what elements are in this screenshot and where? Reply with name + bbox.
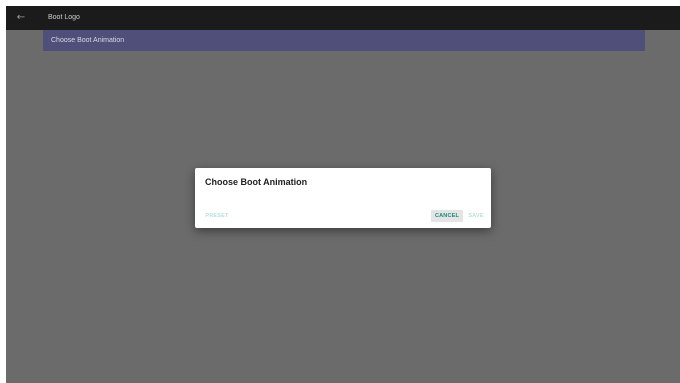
cancel-button[interactable]: CANCEL: [431, 210, 463, 222]
preset-button: PRESET: [205, 213, 229, 219]
dialog-title: Choose Boot Animation: [205, 177, 308, 187]
save-button: SAVE: [468, 213, 484, 219]
list-item-choose-boot-animation[interactable]: Choose Boot Animation: [43, 30, 645, 51]
page-title: Boot Logo: [48, 14, 80, 21]
list-item-label: Choose Boot Animation: [51, 37, 125, 44]
arrow-back-icon[interactable]: ←: [13, 9, 29, 27]
choose-boot-animation-dialog: Choose Boot Animation PRESET CANCEL SAVE: [195, 168, 491, 228]
tv-settings-screen: ← Boot Logo Choose Boot Animation Choose…: [6, 6, 680, 383]
app-bar: ← Boot Logo: [6, 6, 680, 30]
